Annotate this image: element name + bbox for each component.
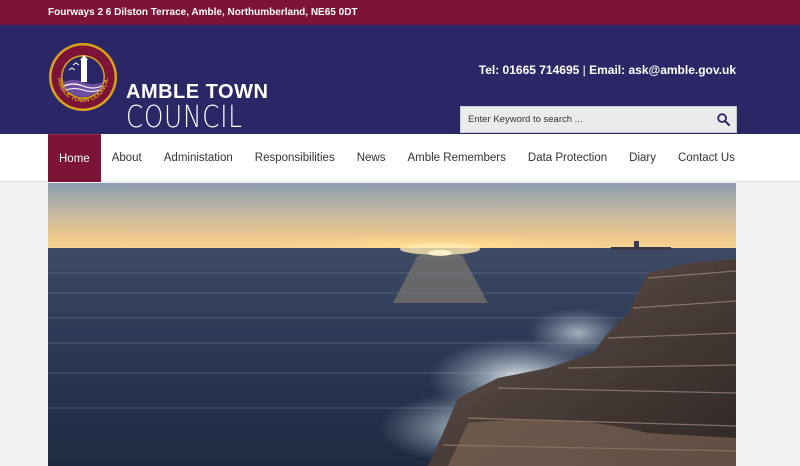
tel-number[interactable]: 01665 714695 <box>503 63 580 77</box>
nav-item-amble-remembers[interactable]: Amble Remembers <box>396 134 516 182</box>
main-navigation: Home About Administation Responsibilitie… <box>0 134 800 182</box>
nav-item-news[interactable]: News <box>346 134 397 182</box>
contact-separator: | <box>582 63 586 77</box>
logo-title-line2: COUNCIL <box>126 100 243 135</box>
search-box <box>460 106 737 133</box>
nav-item-about[interactable]: About <box>101 134 153 182</box>
address-bar: Fourways 2 6 Dilston Terrace, Amble, Nor… <box>0 0 800 25</box>
site-header: AMBLE TOWN COUNCIL AMBLE TOWN COUNCIL Te… <box>0 25 800 134</box>
nav-item-responsibilities[interactable]: Responsibilities <box>244 134 346 182</box>
council-logo-icon[interactable]: AMBLE TOWN COUNCIL <box>48 42 118 112</box>
coastal-sunset-image <box>48 183 736 466</box>
hero-image <box>48 183 736 466</box>
nav-item-data-protection[interactable]: Data Protection <box>517 134 618 182</box>
site-logo-text[interactable]: AMBLE TOWN COUNCIL <box>126 82 268 134</box>
tel-label: Tel: <box>478 63 500 77</box>
search-icon <box>716 113 730 126</box>
nav-item-diary[interactable]: Diary <box>618 134 667 182</box>
email-label: Email: <box>589 63 626 77</box>
address-text: Fourways 2 6 Dilston Terrace, Amble, Nor… <box>48 7 358 18</box>
search-button[interactable] <box>710 107 736 132</box>
nav-item-contact-us[interactable]: Contact Us <box>667 134 746 182</box>
contact-info: Tel: 01665 714695 | Email: ask@amble.gov… <box>479 63 736 77</box>
search-input[interactable] <box>461 107 710 132</box>
nav-item-home[interactable]: Home <box>48 134 101 182</box>
logo-title-line1: AMBLE TOWN <box>126 81 269 103</box>
nav-item-administation[interactable]: Administation <box>153 134 244 182</box>
email-link[interactable]: ask@amble.gov.uk <box>628 63 736 77</box>
